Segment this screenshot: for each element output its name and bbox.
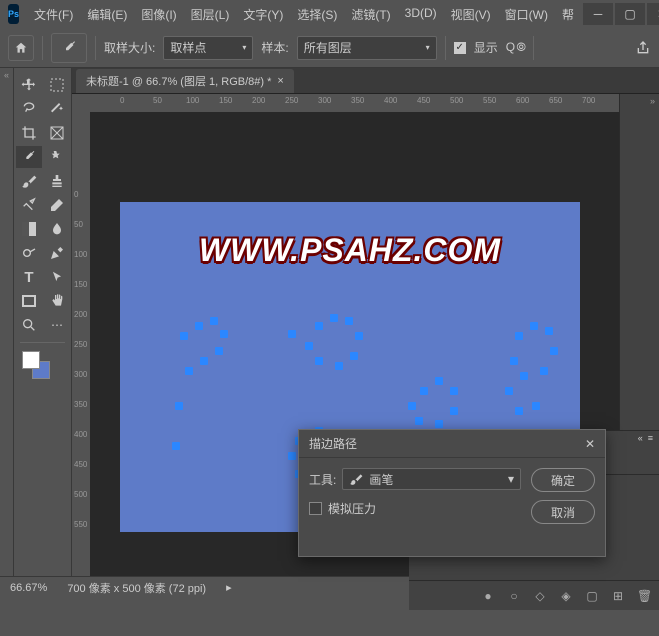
tool-label: 工具: xyxy=(309,471,336,488)
chevron-down-icon: ▾ xyxy=(426,43,430,52)
pen-tool[interactable] xyxy=(44,242,70,264)
separator xyxy=(445,36,446,60)
ruler-horizontal: 050 100150 200250 300350 400450 500550 6… xyxy=(90,94,659,112)
history-brush-tool[interactable] xyxy=(16,194,42,216)
maximize-button[interactable]: ▢ xyxy=(615,3,645,25)
tool-select[interactable]: 画笔 ▾ xyxy=(342,468,521,490)
move-tool[interactable] xyxy=(16,74,42,96)
cancel-button[interactable]: 取消 xyxy=(531,500,595,524)
chevron-right-icon: » xyxy=(620,94,659,108)
eyedropper-preview[interactable] xyxy=(51,33,87,63)
minimize-button[interactable]: ─ xyxy=(583,3,613,25)
document-tabs: 未标题-1 @ 66.7% (图层 1, RGB/8#) * × xyxy=(72,68,659,94)
close-button[interactable]: ✕ xyxy=(647,3,659,25)
sample-size-select[interactable]: 取样点 ▾ xyxy=(163,36,253,60)
chevron-down-icon: ▾ xyxy=(508,472,514,486)
foreground-swatch[interactable] xyxy=(22,351,40,369)
swatches[interactable] xyxy=(14,347,71,387)
doc-dimensions: 700 像素 x 500 像素 (72 ppi) xyxy=(67,580,206,596)
panel-footer: ● ○ ◇ ◈ ▢ ⊞ 🗑 xyxy=(409,580,659,610)
titlebar: Ps 文件(F) 编辑(E) 图像(I) 图层(L) 文字(Y) 选择(S) 滤… xyxy=(0,0,659,28)
trash-icon[interactable]: 🗑 xyxy=(637,589,651,603)
collapse-bar[interactable]: « xyxy=(0,68,14,576)
circle-fill-icon[interactable]: ● xyxy=(481,589,495,603)
menu-type[interactable]: 文字(Y) xyxy=(236,2,290,27)
ok-button[interactable]: 确定 xyxy=(531,468,595,492)
circle-icon[interactable]: ○ xyxy=(507,589,521,603)
ruler-vertical: 050 100150 200250 300350 400450 500550 xyxy=(72,94,90,576)
separator xyxy=(95,36,96,60)
path-select-tool[interactable] xyxy=(44,266,70,288)
more-tool[interactable]: ⋯ xyxy=(44,314,70,336)
dodge-tool[interactable] xyxy=(16,242,42,264)
document-tab[interactable]: 未标题-1 @ 66.7% (图层 1, RGB/8#) * × xyxy=(76,69,294,93)
brush-icon xyxy=(349,472,363,486)
wand-tool[interactable] xyxy=(44,98,70,120)
status-arrow-icon[interactable]: ▸ xyxy=(226,581,232,594)
sample-select[interactable]: 所有图层 ▾ xyxy=(297,36,437,60)
sample-value: 所有图层 xyxy=(304,39,352,56)
rectangle-tool[interactable] xyxy=(16,290,42,312)
separator xyxy=(42,36,43,60)
hand-tool[interactable] xyxy=(44,290,70,312)
simulate-pressure-checkbox[interactable] xyxy=(309,502,322,515)
simulate-pressure-label: 模拟压力 xyxy=(328,500,376,517)
eyedropper-tool[interactable] xyxy=(16,146,42,168)
heal-tool[interactable] xyxy=(44,146,70,168)
show-checkbox[interactable]: ✓ xyxy=(454,42,466,54)
brush-tool[interactable] xyxy=(16,170,42,192)
menu-3d[interactable]: 3D(D) xyxy=(398,2,444,27)
stamp-tool[interactable] xyxy=(44,170,70,192)
options-bar: 取样大小: 取样点 ▾ 样本: 所有图层 ▾ ✓ 显示 Q ⦾ xyxy=(0,28,659,68)
window-controls: ─ ▢ ✕ xyxy=(581,3,659,25)
chevron-down-icon: ▾ xyxy=(242,43,246,52)
stroke-path-dialog: 描边路径 ✕ 工具: 画笔 ▾ 模拟压力 确定 取消 xyxy=(298,429,606,557)
crop-tool[interactable] xyxy=(16,122,42,144)
menu-bar: 文件(F) 编辑(E) 图像(I) 图层(L) 文字(Y) 选择(S) 滤镜(T… xyxy=(27,2,581,27)
diamond-icon[interactable]: ◇ xyxy=(533,589,547,603)
tools-panel: T ⋯ xyxy=(14,68,72,576)
type-tool[interactable]: T xyxy=(16,266,42,288)
app-logo: Ps xyxy=(8,4,19,24)
tool-value: 画笔 xyxy=(369,471,393,488)
tab-close-icon[interactable]: × xyxy=(277,75,283,87)
gradient-tool[interactable] xyxy=(16,218,42,240)
separator xyxy=(533,36,534,60)
dialog-close-icon[interactable]: ✕ xyxy=(585,437,595,451)
sample-size-value: 取样点 xyxy=(170,39,206,56)
blur-tool[interactable] xyxy=(44,218,70,240)
canvas-headline: WWW.PSAHZ.COM xyxy=(120,232,580,269)
panel-menu-icon[interactable]: ≡ xyxy=(648,433,653,445)
menu-window[interactable]: 窗口(W) xyxy=(498,2,555,27)
menu-image[interactable]: 图像(I) xyxy=(134,2,183,27)
menu-help[interactable]: 帮 xyxy=(555,2,581,27)
zoom-tool[interactable] xyxy=(16,314,42,336)
square-icon[interactable]: ▢ xyxy=(585,589,599,603)
share-icon[interactable] xyxy=(635,40,651,56)
marquee-tool[interactable] xyxy=(44,74,70,96)
frame-tool[interactable] xyxy=(44,122,70,144)
zoom-level[interactable]: 66.67% xyxy=(10,582,47,594)
dialog-title: 描边路径 xyxy=(309,435,357,452)
home-icon[interactable] xyxy=(8,35,34,61)
menu-layer[interactable]: 图层(L) xyxy=(184,2,237,27)
panel-collapse-icon[interactable]: « xyxy=(638,433,643,445)
target-icon[interactable]: ◈ xyxy=(559,589,573,603)
menu-view[interactable]: 视图(V) xyxy=(444,2,498,27)
sample-size-label: 取样大小: xyxy=(104,39,155,56)
lasso-tool[interactable] xyxy=(16,98,42,120)
show-label: 显示 xyxy=(474,39,498,56)
tab-title: 未标题-1 @ 66.7% (图层 1, RGB/8#) * xyxy=(86,73,271,89)
chevron-left-icon: « xyxy=(0,68,13,80)
eraser-tool[interactable] xyxy=(44,194,70,216)
sample-ring-icon[interactable]: Q ⦾ xyxy=(506,40,525,55)
new-icon[interactable]: ⊞ xyxy=(611,589,625,603)
menu-filter[interactable]: 滤镜(T) xyxy=(344,2,397,27)
menu-edit[interactable]: 编辑(E) xyxy=(80,2,134,27)
menu-file[interactable]: 文件(F) xyxy=(27,2,80,27)
sample-label: 样本: xyxy=(261,39,288,56)
menu-select[interactable]: 选择(S) xyxy=(290,2,344,27)
